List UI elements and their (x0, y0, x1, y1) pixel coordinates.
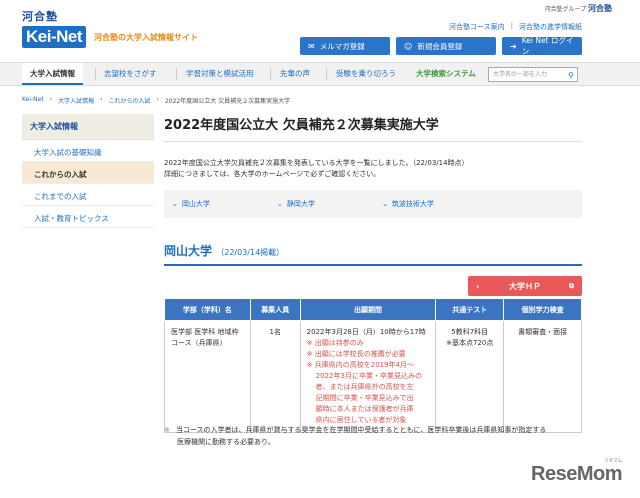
breadcrumb-current: 2022年度国公立大 欠員補充２次募集実施大学 (164, 98, 291, 105)
kawaijuku-logo[interactable]: 河合塾 (22, 8, 58, 24)
cell-common-test: 5教科7科目 ※基本点720点 (435, 320, 505, 433)
breadcrumb-upcoming[interactable]: これからの入試 (109, 96, 151, 105)
nav-divider (95, 68, 96, 80)
col-period: 出願期間 (299, 298, 437, 321)
chevron-down-icon: ⌄ (172, 200, 178, 208)
group-label: 河合塾グループ 河合塾 (544, 4, 612, 13)
resemom-watermark: ReseMom リセマム (531, 458, 622, 485)
cell-capacity: 1名 (249, 320, 301, 433)
anchor-links: ⌄ 岡山大学 ⌄ 静岡大学 ⌄ 筑波技術大学 (164, 190, 582, 218)
keinet-logo[interactable]: Kei-Net 河合塾の大学入試情報サイト (22, 24, 198, 50)
sidebar-item-topics[interactable]: 入試・教育トピックス (22, 206, 154, 228)
university-hp-button[interactable]: › 大学ＨＰ ⧉ (468, 276, 582, 296)
sidebar-item-past[interactable]: これまでの入試 (22, 184, 154, 206)
sidebar-heading[interactable]: 大学入試情報 (22, 114, 154, 140)
nav-univ-search-system[interactable]: 大学検索システム (416, 63, 476, 85)
chevron-down-icon: ⌄ (382, 200, 388, 208)
cell-individual-exam: 書類審査・面接 (503, 320, 582, 433)
col-individual-exam: 個別学力検査 (503, 298, 582, 321)
login-icon: ➜ (510, 41, 517, 51)
nav-admissions-info[interactable]: 大学入試情報 (22, 63, 83, 85)
global-nav: 大学入試情報 志望校をさがす 学習対策と模試活用 先輩の声 受験を乗り切ろう 大… (0, 62, 640, 86)
nav-get-through[interactable]: 受験を乗り切ろう (336, 63, 396, 85)
course-guide-link[interactable]: 河合塾コース案内 (449, 22, 505, 32)
sidebar: 大学入試情報 大学入試の基礎知識 これからの入試 これまでの入試 入試・教育トピ… (22, 114, 154, 228)
site-tagline: 河合塾の大学入試情報サイト (94, 32, 199, 42)
site-header: 河合塾 Kei-Net 河合塾の大学入試情報サイト 河合塾グループ 河合塾 河合… (0, 0, 640, 62)
table-row: 医学部 医学科 地域枠 コース（兵庫県） 1名 2022年3月28日（月）10時… (164, 320, 582, 433)
nav-divider (176, 68, 177, 80)
anchor-shizuoka[interactable]: ⌄ 静岡大学 (277, 199, 382, 209)
search-icon[interactable]: ⚲ (568, 69, 574, 82)
col-dept: 学部（学科）名 (164, 298, 251, 321)
sidebar-item-upcoming[interactable]: これからの入試 (22, 162, 154, 184)
breadcrumb-sep: › (100, 96, 103, 103)
university-name: 岡山大学 (164, 244, 213, 258)
table-header-row: 学部（学科）名 募集人員 出願期間 共通テスト 個別学力検査 (164, 298, 582, 321)
col-common-test: 共通テスト (435, 298, 505, 321)
chevron-right-icon: › (476, 281, 480, 291)
group-logo[interactable]: 河合塾 (588, 4, 612, 13)
anchor-tsukuba-tech[interactable]: ⌄ 筑波技術大学 (382, 199, 487, 209)
user-icon: ☺ (404, 41, 413, 51)
breadcrumb-home[interactable]: Kei-Net (22, 96, 44, 105)
register-button[interactable]: ☺ 新規会員登録 (396, 37, 496, 55)
keinet-logo-text: Kei-Net (22, 26, 87, 48)
nav-divider (270, 68, 271, 80)
newspaper-link[interactable]: 河合塾の進学情報紙 (519, 22, 582, 32)
header-buttons: ✉ メルマガ登録 ☺ 新規会員登録 ➜ Kei Net ログイン (300, 36, 582, 56)
univ-search-input[interactable]: 大学名の一部を入力 ⚲ (488, 67, 578, 82)
posted-date: （22/03/14掲載） (216, 248, 285, 257)
main-content: 2022年度国公立大 欠員補充２次募集実施大学 2022年度国公立大学欠員補充２… (164, 114, 582, 433)
col-capacity: 募集人員 (249, 298, 301, 321)
page-title: 2022年度国公立大 欠員補充２次募集実施大学 (164, 114, 582, 142)
external-link-icon: ⧉ (569, 281, 574, 290)
sidebar-item-basics[interactable]: 大学入試の基礎知識 (22, 140, 154, 162)
nav-study-mock[interactable]: 学習対策と模試活用 (186, 63, 254, 85)
cell-period: 2022年3月28日（月）10時から17時 ※ 出願は持参のみ ※ 出願には学校… (299, 320, 437, 433)
breadcrumb-sep: › (49, 96, 53, 103)
top-links: 河合塾コース案内 | 河合塾の進学情報紙 (449, 22, 582, 32)
recruitment-table: 学部（学科）名 募集人員 出願期間 共通テスト 個別学力検査 医学部 医学科 地… (164, 298, 582, 433)
nav-divider (326, 68, 327, 80)
breadcrumb: Kei-Net › 大学入試情報 › これからの入試 › 2022年度国公立大 … (22, 96, 290, 105)
link-separator: | (510, 22, 513, 30)
university-heading: 岡山大学 （22/03/14掲載） (164, 242, 582, 266)
breadcrumb-admissions[interactable]: 大学入試情報 (58, 96, 94, 105)
mail-icon: ✉ (308, 41, 315, 51)
login-button[interactable]: ➜ Kei Net ログイン (502, 36, 582, 56)
anchor-okayama[interactable]: ⌄ 岡山大学 (172, 199, 277, 209)
cell-dept: 医学部 医学科 地域枠 コース（兵庫県） (164, 320, 251, 433)
nav-find-school[interactable]: 志望校をさがす (104, 63, 157, 85)
breadcrumb-sep: › (156, 96, 159, 103)
footnote: ※ 当コースの入学者は、兵庫県が貸与する奨学金を在学期間中受給するとともに、医学科… (164, 426, 547, 446)
nav-seniors-voice[interactable]: 先輩の声 (280, 63, 310, 85)
newsletter-button[interactable]: ✉ メルマガ登録 (300, 37, 390, 55)
intro-text: 2022年度国公立大学欠員補充２次募集を発表している大学を一覧にしました。（22… (164, 159, 469, 178)
chevron-down-icon: ⌄ (277, 200, 283, 208)
